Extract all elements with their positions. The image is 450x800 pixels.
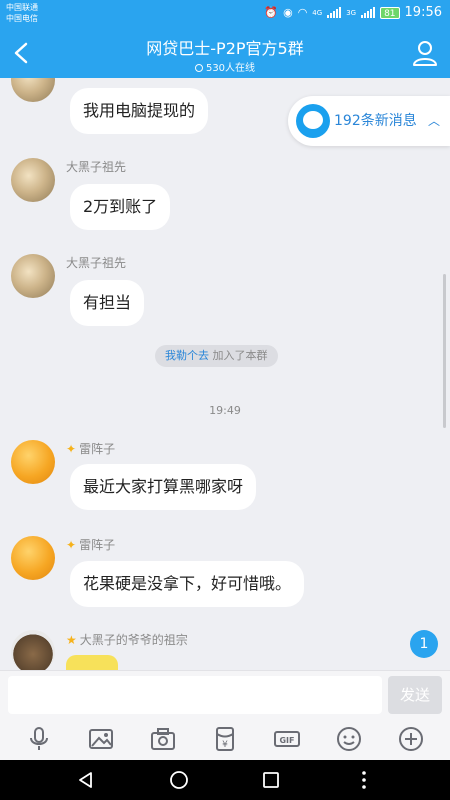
message-bubble[interactable]: 最近大家打算黑哪家呀 — [70, 464, 257, 510]
eye-icon: ◉ — [283, 6, 293, 19]
image-icon — [89, 729, 113, 749]
joined-user-link[interactable]: 我勒个去 — [165, 349, 209, 362]
send-button[interactable]: 发送 — [388, 676, 442, 714]
signal-2-icon — [361, 7, 376, 18]
svg-text:GIF: GIF — [279, 736, 294, 745]
microphone-icon — [30, 727, 48, 750]
carrier-info: 中国联通 中国电信 — [6, 2, 38, 24]
avatar[interactable] — [11, 536, 55, 580]
emoji-button[interactable] — [334, 724, 364, 754]
person-icon — [413, 41, 437, 66]
sender-name: ✦ 雷阵子 — [66, 440, 115, 457]
message-bubble[interactable]: 花果硬是没拿下，好可惜哦。 — [70, 561, 305, 607]
signal-icon — [327, 7, 342, 18]
clock: 19:56 — [404, 5, 442, 20]
chevron-up-icon: ︿ — [427, 114, 440, 128]
joined-text: 加入了本群 — [212, 349, 268, 362]
plus-icon — [399, 727, 423, 751]
group-title: 网贷巴士-P2P官方5群 — [146, 39, 304, 58]
dots-vertical-icon — [361, 771, 366, 789]
sticker-image[interactable] — [66, 655, 118, 670]
timestamp: 19:49 — [209, 404, 241, 417]
sender-name-text: 大黑子的爷爷的祖宗 — [79, 633, 188, 647]
online-icon — [194, 64, 203, 72]
avatar[interactable] — [11, 254, 55, 298]
sender-name-text: 雷阵子 — [79, 442, 116, 456]
svg-text:¥: ¥ — [222, 740, 228, 750]
gif-icon: GIF — [274, 731, 300, 747]
sender-name: 大黑子祖先 — [66, 160, 127, 174]
unread-badge[interactable]: 1 — [410, 630, 438, 658]
wifi-icon: ◠ — [297, 6, 308, 19]
carrier-2: 中国电信 — [6, 14, 38, 23]
avatar[interactable] — [11, 158, 55, 202]
red-packet-icon: ¥ — [216, 727, 234, 751]
red-packet-button[interactable]: ¥ — [210, 724, 240, 754]
microphone-button[interactable] — [24, 724, 54, 754]
message-bubble[interactable]: 2万到账了 — [70, 184, 171, 230]
message-bubble[interactable]: 我用电脑提现的 — [70, 88, 209, 134]
camera-button[interactable] — [148, 724, 178, 754]
nav-menu-button[interactable] — [352, 768, 376, 792]
nav-home-button[interactable] — [167, 768, 191, 792]
message-list[interactable]: 我用电脑提现的 大黑子祖先 2万到账了 大黑子祖先 有担当 我勒个去 加入了本群… — [0, 78, 450, 670]
status-bar: 中国联通 中国电信 ⏰ ◉ ◠ 4G 3G 81 19:56 — [0, 0, 450, 28]
chat-bubble-icon — [296, 104, 330, 138]
image-button[interactable] — [86, 724, 116, 754]
sender-name: 大黑子祖先 — [66, 256, 127, 270]
group-members-button[interactable] — [410, 38, 440, 68]
chat-header: 网贷巴士-P2P官方5群 530人在线 — [0, 28, 450, 78]
online-count-text: 530人在线 — [205, 63, 256, 74]
system-nav-bar — [0, 760, 450, 800]
avatar[interactable] — [11, 440, 55, 484]
nav-back-button[interactable] — [74, 768, 98, 792]
message-bubble[interactable]: 有担当 — [70, 280, 145, 326]
alarm-icon: ⏰ — [264, 6, 279, 19]
member-star-icon: ✦ — [66, 538, 77, 552]
avatar[interactable] — [11, 630, 55, 670]
triangle-back-icon — [79, 772, 93, 788]
online-count: 530人在线 — [0, 59, 450, 74]
member-star-icon: ★ — [66, 633, 77, 647]
gif-button[interactable]: GIF — [272, 724, 302, 754]
sender-name: ★ 大黑子的爷爷的祖宗 — [66, 631, 188, 648]
avatar[interactable] — [11, 78, 55, 102]
input-toolbar: ¥ GIF — [0, 718, 450, 760]
battery-indicator: 81 — [380, 6, 400, 19]
more-button[interactable] — [396, 724, 426, 754]
circle-home-icon — [169, 771, 188, 789]
carrier-1: 中国联通 — [6, 3, 38, 12]
sender-name-text: 雷阵子 — [79, 538, 116, 552]
new-messages-button[interactable]: 192条新消息 ︿ — [288, 96, 450, 146]
scrollbar[interactable] — [443, 274, 446, 428]
square-recents-icon — [263, 772, 280, 788]
input-bar: 发送 — [0, 670, 450, 718]
message-input[interactable] — [8, 676, 382, 714]
new-messages-label: 192条新消息 — [334, 113, 417, 129]
emoji-icon — [337, 727, 361, 751]
sender-name: ✦ 雷阵子 — [66, 536, 115, 553]
system-notice: 我勒个去 加入了本群 — [155, 345, 278, 367]
camera-icon — [151, 728, 175, 750]
network-1-label: 4G — [312, 8, 323, 17]
nav-recents-button[interactable] — [259, 768, 283, 792]
member-star-icon: ✦ — [66, 442, 77, 456]
network-2-label: 3G — [346, 8, 357, 17]
status-indicators: ⏰ ◉ ◠ 4G 3G 81 19:56 — [264, 5, 442, 20]
